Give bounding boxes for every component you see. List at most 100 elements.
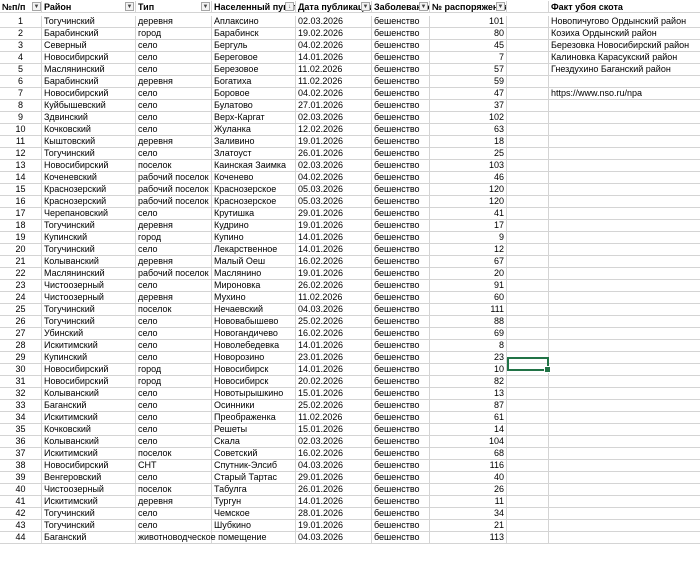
cell-publication-date[interactable]: 26.01.2026 — [296, 484, 372, 496]
cell-note[interactable] — [549, 352, 700, 364]
cell-number[interactable]: 41 — [0, 496, 42, 508]
cell-district[interactable]: Тогучинский — [42, 508, 136, 520]
cell-order-number[interactable]: 80 — [430, 28, 507, 40]
cell-type[interactable]: город — [136, 232, 212, 244]
cell-note[interactable] — [549, 196, 700, 208]
cell-district[interactable]: Тогучинский — [42, 244, 136, 256]
cell-district[interactable]: Куйбышевский — [42, 100, 136, 112]
cell-district[interactable]: Маслянинский — [42, 268, 136, 280]
cell-publication-date[interactable]: 16.02.2026 — [296, 448, 372, 460]
cell-publication-date[interactable]: 16.02.2026 — [296, 328, 372, 340]
cell-settlement[interactable]: Новосибирск — [212, 364, 296, 376]
cell-settlement[interactable]: Новолебедевка — [212, 340, 296, 352]
cell-number[interactable]: 2 — [0, 28, 42, 40]
cell-settlement[interactable]: Жуланка — [212, 124, 296, 136]
cell-district[interactable]: Баганский — [42, 532, 136, 544]
cell-note[interactable] — [549, 184, 700, 196]
cell-type[interactable]: село — [136, 328, 212, 340]
cell-order-number[interactable]: 82 — [430, 376, 507, 388]
cell-disease[interactable]: бешенство — [372, 508, 430, 520]
cell-order-number[interactable]: 46 — [430, 172, 507, 184]
cell-note[interactable] — [549, 280, 700, 292]
cell-number[interactable]: 16 — [0, 196, 42, 208]
cell-district[interactable]: Тогучинский — [42, 304, 136, 316]
cell-type[interactable]: деревня — [136, 256, 212, 268]
cell-type[interactable]: село — [136, 400, 212, 412]
cell-note[interactable] — [549, 448, 700, 460]
cell-disease[interactable]: бешенство — [372, 220, 430, 232]
cell-empty[interactable] — [507, 496, 549, 508]
cell-order-number[interactable]: 23 — [430, 352, 507, 364]
cell-note[interactable] — [549, 292, 700, 304]
cell-number[interactable]: 6 — [0, 76, 42, 88]
cell-empty[interactable] — [507, 52, 549, 64]
cell-empty[interactable] — [507, 112, 549, 124]
cell-type[interactable]: поселок — [136, 448, 212, 460]
cell-district[interactable]: Тогучинский — [42, 220, 136, 232]
cell-type[interactable]: село — [136, 148, 212, 160]
cell-disease[interactable]: бешенство — [372, 100, 430, 112]
cell-type[interactable]: животноводческое помещение — [136, 532, 267, 544]
cell-settlement[interactable]: Заливино — [212, 136, 296, 148]
cell-publication-date[interactable]: 19.02.2026 — [296, 28, 372, 40]
cell-settlement[interactable]: Аплаксино — [212, 16, 296, 28]
cell-number[interactable]: 8 — [0, 100, 42, 112]
cell-type[interactable]: село — [136, 508, 212, 520]
cell-note[interactable]: https://www.nso.ru/npa — [549, 88, 700, 100]
cell-order-number[interactable]: 25 — [430, 148, 507, 160]
cell-empty[interactable] — [507, 328, 549, 340]
cell-number[interactable]: 5 — [0, 64, 42, 76]
cell-note[interactable] — [549, 340, 700, 352]
cell-publication-date[interactable]: 14.01.2026 — [296, 496, 372, 508]
cell-settlement[interactable]: Краснозерское — [212, 184, 296, 196]
cell-disease[interactable]: бешенство — [372, 364, 430, 376]
cell-empty[interactable] — [507, 232, 549, 244]
cell-disease[interactable]: бешенство — [372, 256, 430, 268]
cell-note[interactable] — [549, 400, 700, 412]
cell-note[interactable] — [549, 244, 700, 256]
cell-type[interactable]: деревня — [136, 136, 212, 148]
cell-disease[interactable]: бешенство — [372, 52, 430, 64]
column-header-slaughter-fact[interactable]: Факт убоя скота — [549, 1, 700, 13]
cell-type[interactable]: село — [136, 208, 212, 220]
cell-type[interactable]: рабочий поселок — [136, 184, 212, 196]
cell-disease[interactable]: бешенство — [372, 280, 430, 292]
cell-publication-date[interactable]: 11.02.2026 — [296, 292, 372, 304]
spreadsheet-grid[interactable]: №п/п ▼ Район ▼ Тип ▼ Населенный пункт ↓ … — [0, 0, 700, 573]
cell-number[interactable]: 9 — [0, 112, 42, 124]
cell-type[interactable]: поселок — [136, 304, 212, 316]
cell-disease[interactable]: бешенство — [372, 460, 430, 472]
cell-disease[interactable]: бешенство — [372, 376, 430, 388]
cell-type[interactable]: село — [136, 280, 212, 292]
cell-type[interactable]: деревня — [136, 16, 212, 28]
cell-disease[interactable]: бешенство — [372, 232, 430, 244]
cell-empty[interactable] — [507, 220, 549, 232]
cell-settlement[interactable]: Решеты — [212, 424, 296, 436]
cell-order-number[interactable]: 13 — [430, 388, 507, 400]
active-cell-selection[interactable] — [507, 357, 551, 373]
cell-empty[interactable] — [507, 244, 549, 256]
cell-order-number[interactable]: 12 — [430, 244, 507, 256]
cell-type[interactable]: село — [136, 52, 212, 64]
cell-number[interactable]: 17 — [0, 208, 42, 220]
cell-number[interactable]: 39 — [0, 472, 42, 484]
cell-district[interactable]: Новосибирский — [42, 364, 136, 376]
cell-number[interactable]: 4 — [0, 52, 42, 64]
cell-number[interactable]: 38 — [0, 460, 42, 472]
cell-publication-date[interactable]: 14.01.2026 — [296, 232, 372, 244]
cell-district[interactable]: Колыванский — [42, 388, 136, 400]
cell-district[interactable]: Тогучинский — [42, 148, 136, 160]
cell-order-number[interactable]: 21 — [430, 520, 507, 532]
cell-disease[interactable]: бешенство — [372, 352, 430, 364]
cell-disease[interactable]: бешенство — [372, 184, 430, 196]
cell-publication-date[interactable]: 25.02.2026 — [296, 400, 372, 412]
cell-number[interactable]: 31 — [0, 376, 42, 388]
cell-order-number[interactable]: 34 — [430, 508, 507, 520]
cell-order-number[interactable]: 68 — [430, 448, 507, 460]
cell-order-number[interactable]: 69 — [430, 328, 507, 340]
cell-disease[interactable]: бешенство — [372, 328, 430, 340]
cell-order-number[interactable]: 10 — [430, 364, 507, 376]
cell-note[interactable] — [549, 484, 700, 496]
cell-order-number[interactable]: 41 — [430, 208, 507, 220]
cell-district[interactable]: Кочковский — [42, 424, 136, 436]
